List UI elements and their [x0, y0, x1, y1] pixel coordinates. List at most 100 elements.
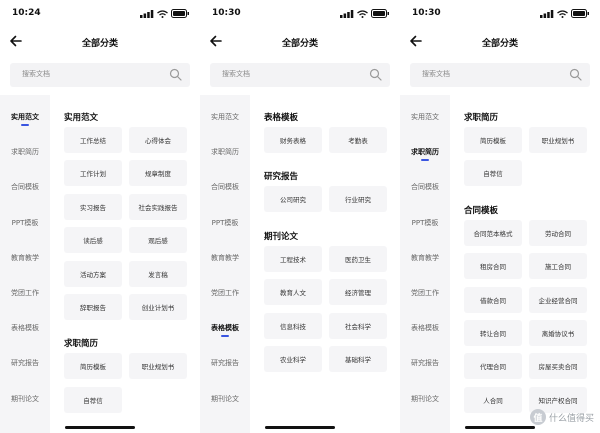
- category-chip[interactable]: 自荐信: [64, 386, 122, 413]
- category-chip[interactable]: 合同范本格式: [464, 219, 522, 246]
- active-indicator: [421, 159, 429, 162]
- category-chip[interactable]: 人合同: [464, 386, 522, 413]
- home-indicator: [265, 426, 335, 429]
- category-chip[interactable]: 经济管理: [329, 279, 387, 306]
- category-chip[interactable]: 规章制度: [129, 160, 187, 187]
- signal-icon: [140, 9, 154, 18]
- sidebar-item[interactable]: 期刊论文: [200, 394, 250, 404]
- status-icons: [340, 9, 390, 18]
- sidebar-item[interactable]: 研究报告: [200, 358, 250, 368]
- sidebar-item[interactable]: 教育教学: [200, 253, 250, 263]
- sidebar-item[interactable]: 表格模板: [400, 323, 450, 333]
- sidebar-item[interactable]: PPT模板: [200, 218, 250, 228]
- sidebar-item[interactable]: 实用范文: [200, 112, 250, 122]
- watermark-badge: 值: [529, 409, 546, 425]
- sidebar-item[interactable]: 党团工作: [400, 288, 450, 298]
- wifi-icon: [557, 9, 568, 18]
- sidebar-item[interactable]: 合同模板: [0, 182, 50, 192]
- section-title: 合同模板: [464, 205, 499, 216]
- category-chip[interactable]: 离婚协议书: [529, 320, 587, 346]
- category-chip[interactable]: 社会科学: [329, 312, 387, 339]
- category-chip[interactable]: 信息科技: [264, 312, 322, 339]
- sidebar-item[interactable]: 期刊论文: [400, 394, 450, 404]
- category-chip[interactable]: 工程技术: [264, 245, 322, 272]
- category-chip[interactable]: 房屋买卖合同: [529, 353, 587, 380]
- category-chip[interactable]: 职业规划书: [529, 127, 587, 153]
- phone-screen: 10:24 全部分类搜索文档实用范文求职简历合同模板 PPT模板教育教学党团工作表格…: [0, 0, 200, 433]
- search-placeholder: 搜索文档: [422, 70, 450, 78]
- nav-bar: 全部分类: [0, 30, 200, 54]
- search-input[interactable]: 搜索文档: [10, 63, 190, 87]
- sidebar-item[interactable]: 教育教学: [400, 253, 450, 263]
- category-chip[interactable]: 心得体会: [129, 127, 187, 153]
- sidebar-item[interactable]: 党团工作: [0, 288, 50, 298]
- section-title: 期刊论文: [264, 231, 299, 242]
- category-chip[interactable]: 简历模板: [64, 353, 122, 380]
- sidebar-item[interactable]: PPT模板: [400, 218, 450, 228]
- category-chip[interactable]: 考勤表: [329, 127, 387, 153]
- search-placeholder: 搜索文档: [22, 70, 50, 78]
- active-indicator: [221, 335, 229, 338]
- category-chip[interactable]: 教育人文: [264, 279, 322, 306]
- sidebar-item[interactable]: 表格模板: [200, 323, 250, 333]
- category-chip[interactable]: 活动方案: [64, 260, 122, 287]
- category-chip[interactable]: 公司研究: [264, 186, 322, 213]
- battery-icon: [171, 9, 190, 18]
- sidebar-item[interactable]: 实用范文: [0, 112, 50, 122]
- category-chip[interactable]: 基础科学: [329, 346, 387, 372]
- category-chip[interactable]: 医药卫生: [329, 245, 387, 272]
- category-chip[interactable]: 租房合同: [464, 253, 522, 280]
- nav-bar: 全部分类: [200, 30, 400, 54]
- sidebar-item[interactable]: 教育教学: [0, 253, 50, 263]
- category-chip[interactable]: 发言稿: [129, 260, 187, 287]
- sidebar-item[interactable]: PPT模板: [0, 218, 50, 228]
- category-chip[interactable]: 工作总结: [64, 127, 122, 153]
- search-icon: [369, 68, 382, 81]
- section-title: 表格模板: [264, 113, 299, 123]
- category-chip[interactable]: 财务表格: [264, 127, 322, 153]
- sidebar-item[interactable]: 表格模板: [0, 323, 50, 333]
- search-icon: [569, 68, 582, 81]
- battery-icon: [571, 9, 590, 18]
- sidebar-item[interactable]: 实用范文: [400, 112, 450, 122]
- category-chip[interactable]: 施工合同: [529, 253, 587, 280]
- status-bar: 10:30: [400, 0, 600, 26]
- sidebar-item[interactable]: 求职简历: [400, 147, 450, 157]
- category-chip[interactable]: 行业研究: [329, 186, 387, 213]
- sidebar-item[interactable]: 合同模板: [400, 182, 450, 192]
- category-sidebar: 实用范文求职简历合同模板 PPT模板教育教学党团工作表格模板研究报告期刊论文: [400, 95, 450, 433]
- category-chip[interactable]: 辞职报告: [64, 294, 122, 320]
- search-input[interactable]: 搜索文档: [410, 63, 590, 87]
- sidebar-item[interactable]: 期刊论文: [0, 394, 50, 404]
- category-content: 求职简历 简历模板 职业规划书 自荐信 合同模板 合同范本格式 劳动合同 租房合同 施工合同 借款…: [450, 95, 600, 433]
- phone-screen: 10:30 全部分类 搜索文档 实用范文 求职简历 合同模板 PPT模板 教育教学 党团工作 表格…: [200, 0, 400, 433]
- search-input[interactable]: 搜索文档: [210, 63, 390, 87]
- category-chip[interactable]: 农业科学: [264, 346, 322, 372]
- category-chip[interactable]: 社会实践报告: [129, 193, 187, 220]
- status-bar: 10:24: [0, 0, 200, 26]
- sidebar-item[interactable]: 研究报告: [400, 358, 450, 368]
- sidebar-item[interactable]: 党团工作: [200, 288, 250, 298]
- category-chip[interactable]: 简历模板: [464, 127, 522, 153]
- category-chip[interactable]: 实习报告: [64, 193, 122, 220]
- category-chip[interactable]: 读后感: [64, 227, 122, 254]
- category-chip[interactable]: 劳动合同: [529, 219, 587, 246]
- category-chip[interactable]: 企业经营合同: [529, 286, 587, 313]
- category-chip[interactable]: 借款合同: [464, 286, 522, 313]
- category-sidebar: 实用范文求职简历合同模板 PPT模板教育教学党团工作表格模板研究报告期刊论文: [0, 95, 50, 433]
- category-chip[interactable]: 观后感: [129, 227, 187, 254]
- signal-icon: [540, 9, 554, 18]
- sidebar-item[interactable]: 研究报告: [0, 358, 50, 368]
- category-chip[interactable]: 自荐信: [464, 160, 522, 187]
- category-chip[interactable]: 职业规划书: [129, 353, 187, 380]
- active-indicator: [21, 124, 29, 126]
- category-chip[interactable]: 创业计划书: [129, 294, 187, 320]
- category-chip[interactable]: 代理合同: [464, 353, 522, 380]
- category-chip[interactable]: 工作计划: [64, 160, 122, 187]
- sidebar-item[interactable]: 求职简历: [0, 147, 50, 157]
- category-content: 表格模板 财务表格 考勤表 研究报告 公司研究 行业研究 期刊论文 工程技术 医药卫生 教育人文经…: [250, 95, 400, 433]
- category-chip[interactable]: 转让合同: [464, 320, 522, 346]
- sidebar-item[interactable]: 合同模板: [200, 182, 250, 192]
- section-title: 实用范文: [64, 113, 99, 123]
- sidebar-item[interactable]: 求职简历: [200, 147, 250, 157]
